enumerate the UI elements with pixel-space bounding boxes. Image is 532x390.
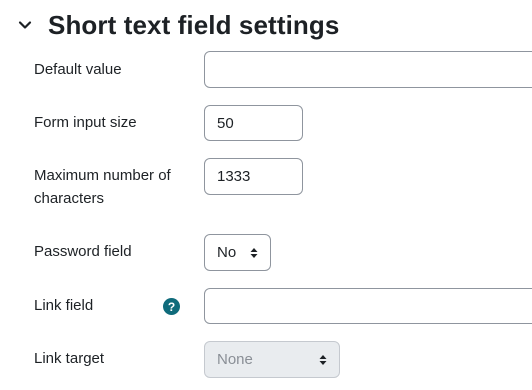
link-target-label: Link target xyxy=(34,350,105,367)
sort-icon xyxy=(319,354,327,365)
link-field-input[interactable] xyxy=(204,288,532,324)
sort-icon xyxy=(250,247,258,258)
default-value-row: Default value xyxy=(0,51,532,88)
short-text-field-settings-page: Short text field settings Default value … xyxy=(0,0,532,390)
max-chars-row: Maximum number of characters xyxy=(0,158,532,214)
link-target-selected-value: None xyxy=(217,351,253,368)
section-header[interactable]: Short text field settings xyxy=(15,8,339,42)
form-input-size-label: Form input size xyxy=(34,114,137,131)
link-target-row: Link target None xyxy=(0,341,532,378)
max-chars-label-line1: Maximum number of xyxy=(34,167,171,184)
form-input-size-row: Form input size xyxy=(0,105,532,141)
question-circle-icon[interactable]: ? xyxy=(163,298,180,315)
form-input-size-input[interactable] xyxy=(204,105,303,141)
link-field-row: Link field ? xyxy=(0,288,532,324)
section-title: Short text field settings xyxy=(48,9,340,40)
max-chars-label-line2: characters xyxy=(34,190,105,207)
default-value-input[interactable] xyxy=(204,51,532,88)
chevron-down-icon[interactable] xyxy=(15,15,35,35)
password-field-label: Password field xyxy=(34,243,132,260)
password-field-row: Password field No xyxy=(0,234,532,271)
password-field-selected-value: No xyxy=(217,244,237,261)
password-field-select[interactable]: No xyxy=(204,234,271,271)
link-field-label: Link field xyxy=(34,297,94,314)
default-value-label: Default value xyxy=(34,61,122,78)
max-chars-input[interactable] xyxy=(204,158,303,195)
link-target-select: None xyxy=(204,341,340,378)
